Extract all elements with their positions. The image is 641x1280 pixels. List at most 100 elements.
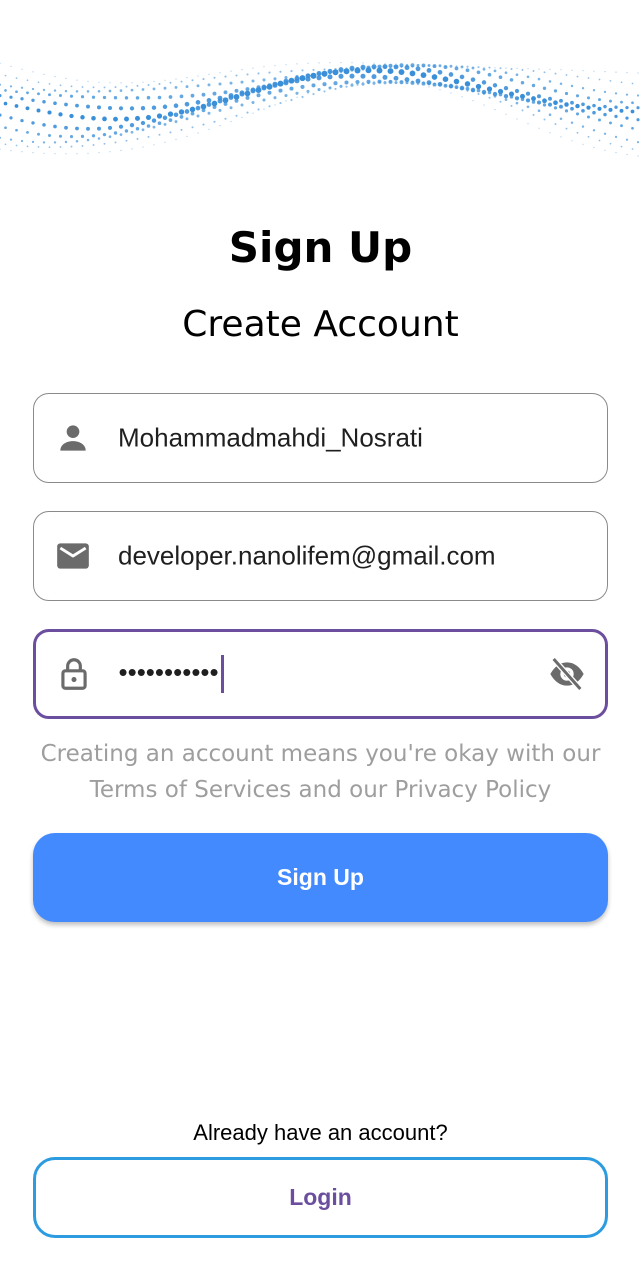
wave-dot xyxy=(398,69,405,76)
wave-dot xyxy=(246,111,249,114)
wave-dot xyxy=(87,80,89,82)
wave-dot xyxy=(53,124,57,129)
username-field[interactable]: Mohammadmahdi_Nosrati xyxy=(33,393,608,483)
password-field[interactable]: ••••••••••• xyxy=(33,629,608,719)
wave-dot xyxy=(427,82,431,86)
wave-dot xyxy=(625,93,629,96)
wave-dot xyxy=(261,85,267,91)
wave-dot xyxy=(614,135,618,139)
wave-dot xyxy=(42,100,46,104)
wave-dot xyxy=(239,91,245,97)
wave-dot xyxy=(432,64,437,69)
wave-dot xyxy=(120,82,122,84)
wave-dot xyxy=(376,67,383,74)
wave-dot xyxy=(69,94,74,98)
wave-dot xyxy=(146,124,151,128)
wave-dot xyxy=(637,155,639,157)
wave-dot xyxy=(102,132,107,137)
wave-dot xyxy=(175,138,177,141)
wave-dot xyxy=(197,75,199,77)
wave-dot xyxy=(636,106,640,110)
eye-off-icon[interactable] xyxy=(547,654,587,694)
wave-dot xyxy=(538,68,540,70)
wave-dot xyxy=(499,67,502,70)
wave-dot xyxy=(223,90,228,95)
wave-dot xyxy=(355,79,360,85)
wave-dot xyxy=(119,133,123,136)
wave-dot xyxy=(373,62,375,64)
wave-dot xyxy=(565,74,568,76)
wave-dot xyxy=(125,85,128,88)
wave-dot xyxy=(428,86,430,88)
wave-dot xyxy=(212,91,217,96)
wave-dot xyxy=(163,122,167,126)
wave-dot xyxy=(316,70,322,77)
wave-dot xyxy=(98,81,100,83)
wave-dot xyxy=(564,102,569,107)
wave-dot xyxy=(241,116,243,118)
wave-dot xyxy=(603,112,607,117)
wave-dot xyxy=(70,85,73,88)
wave-dot xyxy=(620,81,623,84)
wave-dot xyxy=(516,67,518,69)
wave-dot xyxy=(43,152,45,154)
wave-dot xyxy=(516,118,518,120)
wave-dot xyxy=(322,82,327,87)
wave-dot xyxy=(367,82,370,85)
wave-dot xyxy=(208,128,210,130)
wave-dot xyxy=(0,136,2,139)
wave-dot xyxy=(318,62,320,64)
sign-up-button[interactable]: Sign Up xyxy=(33,833,608,922)
wave-dot xyxy=(559,98,563,103)
wave-dot xyxy=(268,105,271,108)
wave-dot xyxy=(163,86,167,90)
wave-dot xyxy=(54,76,56,78)
wave-dot xyxy=(43,73,45,75)
wave-dot xyxy=(169,81,172,84)
username-value: Mohammadmahdi_Nosrati xyxy=(118,422,423,453)
wave-dot xyxy=(614,114,618,119)
wave-dot xyxy=(570,121,574,124)
wave-dot xyxy=(332,69,339,76)
wave-dot xyxy=(202,78,205,81)
wave-dot xyxy=(499,100,502,103)
wave-dot xyxy=(158,133,161,136)
wave-dot xyxy=(54,153,56,155)
wave-dot xyxy=(307,62,309,64)
wave-dot xyxy=(202,123,205,126)
wave-dot xyxy=(301,69,304,72)
wave-dot xyxy=(619,108,624,113)
wave-dot xyxy=(494,109,496,111)
email-field[interactable]: developer.nanolifem@gmail.com xyxy=(33,511,608,601)
wave-dot xyxy=(626,153,628,156)
wave-dot xyxy=(576,75,579,78)
wave-dot xyxy=(493,94,497,98)
wave-dot xyxy=(119,89,123,92)
wave-dot xyxy=(542,103,547,107)
wave-dot xyxy=(9,95,13,99)
wave-dot xyxy=(559,82,563,85)
wave-dot xyxy=(245,95,250,100)
wave-dot xyxy=(554,72,557,75)
wave-dot xyxy=(460,65,464,69)
wave-dot xyxy=(273,96,277,100)
wave-dot xyxy=(135,126,140,131)
wave-dot xyxy=(371,74,377,80)
wave-dot xyxy=(120,149,122,152)
terms-line-1: Creating an account means you're okay wi… xyxy=(40,741,601,767)
wave-dot xyxy=(48,93,51,97)
wave-dot xyxy=(201,92,206,97)
decorative-dot-wave xyxy=(0,62,640,157)
wave-dot xyxy=(285,100,287,102)
wave-dot xyxy=(471,66,475,70)
wave-dot xyxy=(255,87,262,94)
wave-dot xyxy=(466,89,469,92)
login-button[interactable]: Login xyxy=(33,1157,608,1238)
wave-dot xyxy=(321,70,328,77)
wave-dot xyxy=(372,81,376,85)
person-icon xyxy=(60,425,86,451)
wave-dot xyxy=(300,84,305,89)
wave-dot xyxy=(399,63,404,68)
wave-dot xyxy=(86,126,90,131)
wave-dot xyxy=(86,138,90,142)
